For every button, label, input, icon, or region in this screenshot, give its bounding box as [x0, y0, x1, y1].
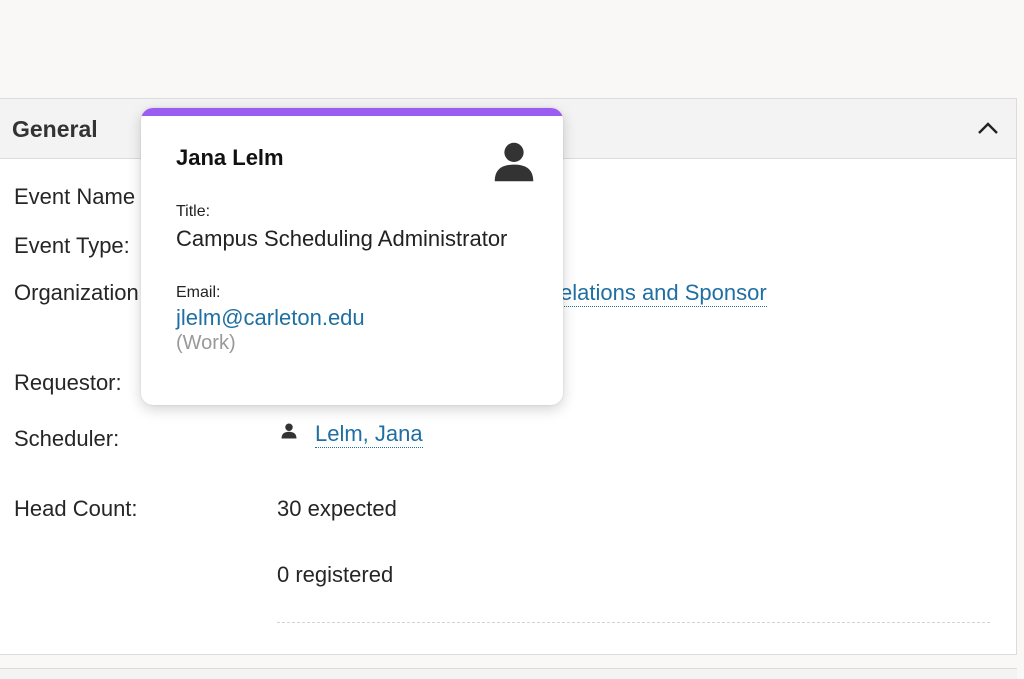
event-type-label: Event Type:: [14, 233, 130, 258]
title-value: Campus Scheduling Administrator: [176, 226, 508, 251]
email-type: (Work): [176, 332, 236, 354]
contact-name: Jana Lelm: [176, 145, 284, 170]
registered-count: 0 registered: [277, 562, 394, 587]
person-icon: [494, 142, 534, 182]
organization-label: Organization: [14, 280, 139, 305]
contact-popover: Jana Lelm Title: Campus Scheduling Admin…: [141, 108, 563, 405]
scheduler-label: Scheduler:: [14, 426, 120, 451]
email-label: Email:: [176, 284, 221, 301]
panel-title: General: [12, 116, 98, 142]
scheduler-link[interactable]: Lelm, Jana: [315, 421, 423, 448]
expected-count: 30 expected: [277, 496, 397, 521]
scheduler-person-icon: [281, 423, 297, 439]
popover-accent-bar: [141, 108, 563, 116]
collapse-button[interactable]: [970, 113, 1006, 143]
requestor-label: Requestor:: [14, 370, 122, 395]
title-label: Title:: [176, 203, 211, 220]
event-name-label: Event Name: [14, 184, 136, 209]
organization-link[interactable]: elations and Sponsor: [560, 280, 767, 307]
head-count-label: Head Count:: [14, 496, 138, 521]
divider: [277, 622, 990, 623]
chevron-up-icon: [978, 122, 998, 134]
email-link[interactable]: jlelm@carleton.edu: [176, 305, 365, 331]
